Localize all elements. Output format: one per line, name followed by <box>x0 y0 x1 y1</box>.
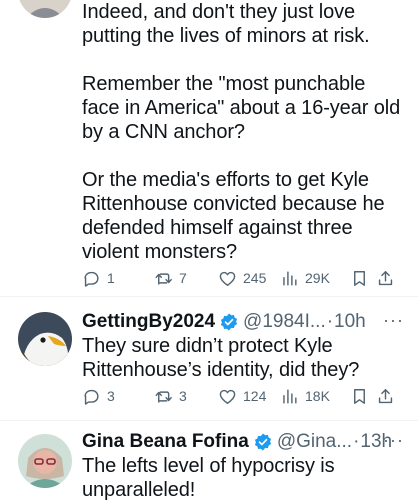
bookmark-icon <box>354 388 365 404</box>
retweet-count: 7 <box>179 270 187 286</box>
like-icon <box>219 271 236 286</box>
views-icon <box>283 388 297 404</box>
tweet[interactable]: GettingBy2024 @1984I... · 10h ··· They s… <box>0 296 418 420</box>
like-button[interactable]: 245 <box>218 266 266 290</box>
tweet-text: The lefts level of hypocrisy is unparall… <box>82 455 341 500</box>
tweet-actions: 3 3 124 18K <box>82 384 404 408</box>
retweet-button[interactable]: 3 <box>154 384 187 408</box>
share-button[interactable] <box>376 384 395 408</box>
retweet-icon <box>155 390 172 403</box>
reply-count: 3 <box>107 388 115 404</box>
share-button[interactable] <box>376 266 395 290</box>
bookmark-button[interactable] <box>350 266 369 290</box>
retweet-count: 3 <box>179 388 187 404</box>
handle[interactable]: @Gina... <box>277 431 352 453</box>
views-count: 18K <box>305 388 330 404</box>
like-button[interactable]: 124 <box>218 384 266 408</box>
handle[interactable]: @1984I... <box>243 311 326 333</box>
separator: · <box>326 311 334 332</box>
retweet-icon <box>155 272 172 285</box>
tweet[interactable]: Gina Beana Fofina @Gina... · 13h ··· The… <box>0 420 418 500</box>
more-options-button[interactable]: ··· <box>383 310 404 330</box>
tweet-feed: Indeed, and don't they just love putting… <box>0 0 418 500</box>
retweet-button[interactable]: 7 <box>154 266 187 290</box>
avatar[interactable] <box>18 0 72 18</box>
views-button[interactable]: 29K <box>280 266 330 290</box>
separator: · <box>353 431 360 452</box>
reply-button[interactable]: 1 <box>82 266 115 290</box>
reply-icon <box>84 271 99 287</box>
timestamp[interactable]: 10h <box>334 311 366 333</box>
more-options-button[interactable]: ··· <box>383 430 404 450</box>
reply-icon <box>84 389 99 405</box>
reply-button[interactable]: 3 <box>82 384 115 408</box>
tweet-header: GettingBy2024 @1984I... · 10h <box>82 310 404 334</box>
views-button[interactable]: 18K <box>280 384 330 408</box>
share-icon <box>378 270 393 285</box>
share-icon <box>378 388 393 403</box>
verified-badge-icon <box>254 433 271 451</box>
tweet[interactable]: Indeed, and don't they just love putting… <box>0 0 418 296</box>
bookmark-button[interactable] <box>350 384 369 408</box>
like-count: 245 <box>243 270 267 286</box>
tweet-text: They sure didn’t protect Kyle Rittenhous… <box>82 335 360 381</box>
bookmark-icon <box>354 270 365 286</box>
avatar[interactable] <box>18 434 72 488</box>
tweet-actions: 1 7 245 29K <box>82 266 404 290</box>
reply-count: 1 <box>107 270 115 286</box>
display-name[interactable]: GettingBy2024 <box>82 311 215 333</box>
tweet-text: Indeed, and don't they just love putting… <box>82 1 401 263</box>
like-count: 124 <box>243 388 267 404</box>
like-icon <box>219 389 236 404</box>
display-name[interactable]: Gina Beana Fofina <box>82 431 249 453</box>
verified-badge-icon <box>220 313 238 331</box>
tweet-header: Gina Beana Fofina @Gina... · 13h <box>82 430 404 454</box>
views-count: 29K <box>305 270 330 286</box>
avatar[interactable] <box>18 312 72 366</box>
views-icon <box>283 270 297 286</box>
